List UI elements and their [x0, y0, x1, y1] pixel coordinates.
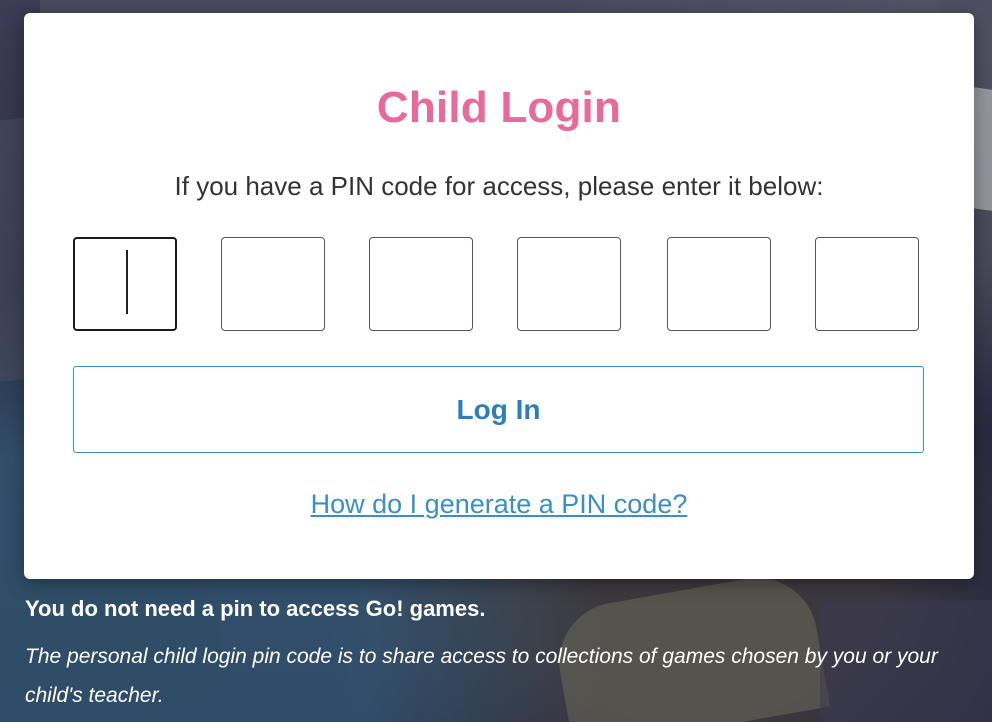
pin-digit-5[interactable]	[667, 237, 771, 331]
log-in-button[interactable]: Log In	[73, 366, 924, 453]
pin-not-required-notice: You do not need a pin to access Go! game…	[25, 596, 486, 621]
pin-digit-6[interactable]	[815, 237, 919, 331]
text-caret	[126, 250, 128, 314]
pin-digit-4[interactable]	[517, 237, 621, 331]
pin-digit-3[interactable]	[369, 237, 473, 331]
pin-digit-1[interactable]	[73, 237, 177, 331]
modal-title: Child Login	[376, 83, 622, 132]
pin-input-row	[73, 237, 923, 333]
child-login-modal: Child Login If you have a PIN code for a…	[24, 13, 974, 579]
modal-instructions: If you have a PIN code for access, pleas…	[174, 171, 824, 201]
generate-pin-help-link[interactable]: How do I generate a PIN code?	[24, 489, 974, 520]
pin-explanation-text: The personal child login pin code is to …	[25, 645, 938, 707]
pin-digit-2[interactable]	[221, 237, 325, 331]
